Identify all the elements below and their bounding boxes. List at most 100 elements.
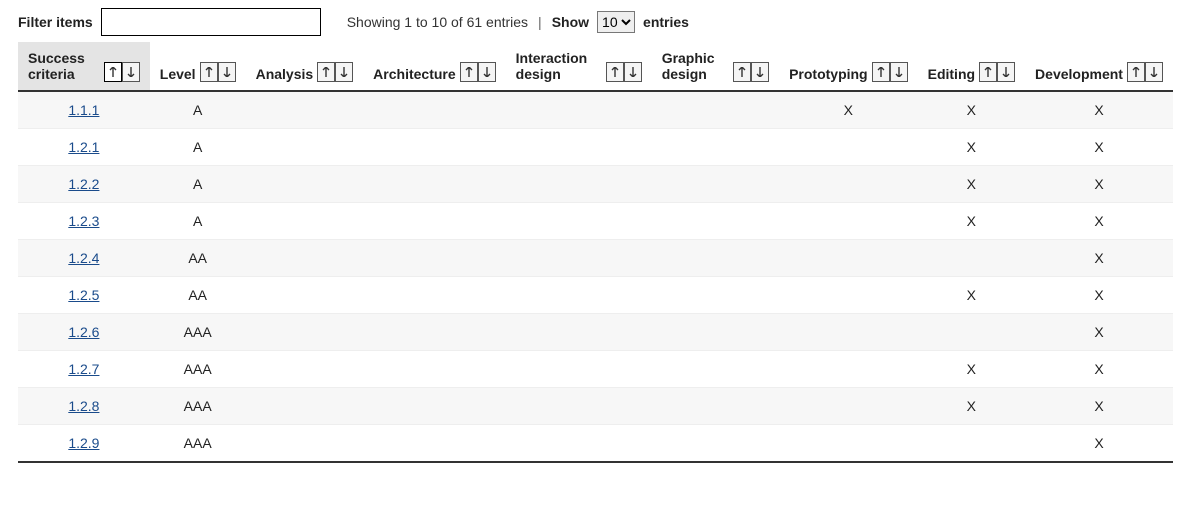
cell-level: A (150, 203, 246, 240)
criteria-link[interactable]: 1.2.2 (68, 176, 99, 192)
cell-prototyping: X (779, 91, 918, 129)
criteria-link[interactable]: 1.2.4 (68, 250, 99, 266)
sort-asc-button[interactable] (733, 62, 751, 82)
table-toolbar: Filter items Showing 1 to 10 of 61 entri… (18, 8, 1173, 36)
cell-graphic (652, 277, 779, 314)
criteria-link[interactable]: 1.2.6 (68, 324, 99, 340)
criteria-link[interactable]: 1.1.1 (68, 102, 99, 118)
cell-level: AAA (150, 425, 246, 463)
cell-criteria: 1.2.7 (18, 351, 150, 388)
cell-graphic (652, 425, 779, 463)
show-entries-select[interactable]: 10 (597, 11, 635, 33)
column-header-development: Development (1025, 42, 1173, 91)
column-header-label: Level (160, 66, 196, 82)
sort-desc-button[interactable] (218, 62, 236, 82)
sort-desc-button[interactable] (624, 62, 642, 82)
cell-editing (918, 314, 1025, 351)
column-header-analysis: Analysis (246, 42, 364, 91)
criteria-link[interactable]: 1.2.8 (68, 398, 99, 414)
sort-desc-button[interactable] (122, 62, 140, 82)
toolbar-divider: | (538, 14, 542, 30)
cell-prototyping (779, 277, 918, 314)
cell-level: A (150, 129, 246, 166)
cell-editing: X (918, 388, 1025, 425)
filter-input[interactable] (101, 8, 321, 36)
sort-desc-button[interactable] (1145, 62, 1163, 82)
criteria-link[interactable]: 1.2.5 (68, 287, 99, 303)
cell-analysis (246, 166, 364, 203)
cell-prototyping (779, 351, 918, 388)
column-header-label: Architecture (373, 66, 455, 82)
column-header-criteria: Success criteria (18, 42, 150, 91)
sort-asc-button[interactable] (104, 62, 122, 82)
sort-desc-button[interactable] (890, 62, 908, 82)
cell-criteria: 1.2.9 (18, 425, 150, 463)
cell-architecture (363, 314, 505, 351)
cell-architecture (363, 91, 505, 129)
cell-editing: X (918, 166, 1025, 203)
table-row: 1.2.4AAX (18, 240, 1173, 277)
sort-desc-button[interactable] (335, 62, 353, 82)
cell-prototyping (779, 388, 918, 425)
cell-analysis (246, 277, 364, 314)
cell-interaction (506, 203, 652, 240)
cell-criteria: 1.1.1 (18, 91, 150, 129)
criteria-link[interactable]: 1.2.7 (68, 361, 99, 377)
criteria-table: Success criteria Level Analysis Architec… (18, 42, 1173, 463)
cell-graphic (652, 351, 779, 388)
cell-development: X (1025, 129, 1173, 166)
criteria-link[interactable]: 1.2.9 (68, 435, 99, 451)
table-row: 1.2.1AXX (18, 129, 1173, 166)
table-row: 1.2.9 AAA X (18, 425, 1173, 463)
cell-criteria: 1.2.8 (18, 388, 150, 425)
filter-label: Filter items (18, 14, 93, 30)
cell-analysis (246, 203, 364, 240)
sort-asc-button[interactable] (317, 62, 335, 82)
column-header-label: Graphic design (662, 50, 729, 82)
cell-analysis (246, 91, 364, 129)
cell-level: AA (150, 240, 246, 277)
column-header-architecture: Architecture (363, 42, 505, 91)
cell-architecture (363, 425, 505, 463)
cell-analysis (246, 351, 364, 388)
cell-graphic (652, 314, 779, 351)
cell-development: X (1025, 388, 1173, 425)
show-label: Show (552, 14, 589, 30)
column-header-label: Interaction design (516, 50, 602, 82)
cell-analysis (246, 240, 364, 277)
cell-graphic (652, 203, 779, 240)
criteria-link[interactable]: 1.2.3 (68, 213, 99, 229)
cell-development: X (1025, 277, 1173, 314)
column-header-label: Prototyping (789, 66, 868, 82)
cell-editing (918, 425, 1025, 463)
sort-asc-button[interactable] (460, 62, 478, 82)
column-header-prototyping: Prototyping (779, 42, 918, 91)
sort-desc-button[interactable] (478, 62, 496, 82)
cell-criteria: 1.2.5 (18, 277, 150, 314)
sort-asc-button[interactable] (979, 62, 997, 82)
sort-asc-button[interactable] (606, 62, 624, 82)
cell-graphic (652, 388, 779, 425)
sort-asc-button[interactable] (1127, 62, 1145, 82)
cell-interaction (506, 425, 652, 463)
cell-interaction (506, 166, 652, 203)
column-header-level: Level (150, 42, 246, 91)
criteria-link[interactable]: 1.2.1 (68, 139, 99, 155)
cell-prototyping (779, 166, 918, 203)
cell-development: X (1025, 91, 1173, 129)
sort-asc-button[interactable] (200, 62, 218, 82)
cell-level: AAA (150, 351, 246, 388)
sort-desc-button[interactable] (997, 62, 1015, 82)
table-row: 1.2.6AAAX (18, 314, 1173, 351)
sort-asc-button[interactable] (872, 62, 890, 82)
cell-level: AAA (150, 388, 246, 425)
cell-prototyping (779, 129, 918, 166)
cell-development: X (1025, 425, 1173, 463)
cell-architecture (363, 166, 505, 203)
table-row: 1.2.8 AAA XX (18, 388, 1173, 425)
column-header-graphic: Graphic design (652, 42, 779, 91)
cell-interaction (506, 314, 652, 351)
sort-desc-button[interactable] (751, 62, 769, 82)
table-row: 1.1.1AXXX (18, 91, 1173, 129)
cell-level: A (150, 166, 246, 203)
